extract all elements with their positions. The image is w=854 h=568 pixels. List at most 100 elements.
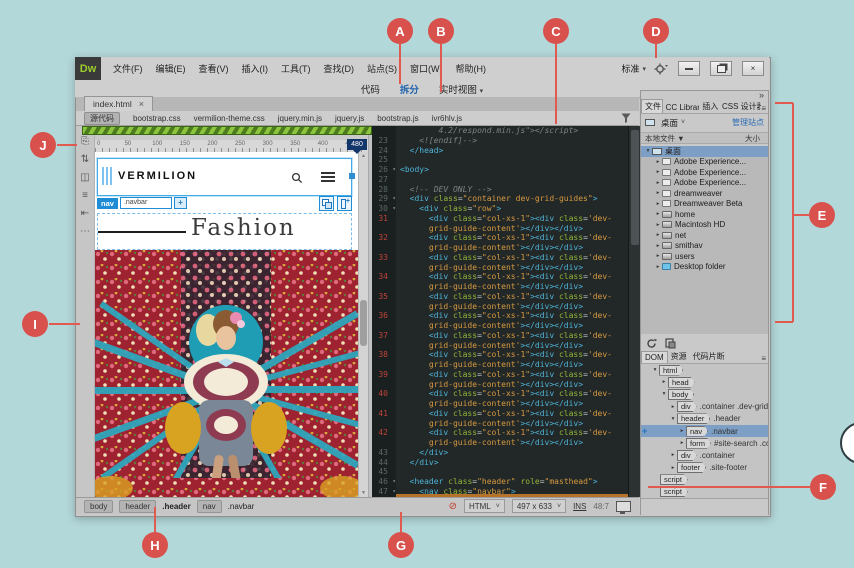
hero-fashion-image[interactable]	[95, 250, 358, 497]
related-file[interactable]: bootstrap.js	[377, 114, 418, 123]
file-tree-row[interactable]: ▸Dreamweaver Beta	[641, 199, 768, 210]
code-line[interactable]: 28 <!-- DEV ONLY -->	[372, 185, 628, 195]
code-line[interactable]: 43 </div>	[372, 448, 628, 458]
dom-tag-pill[interactable]: html	[659, 365, 683, 376]
menu-item[interactable]: 工具(T)	[281, 62, 311, 75]
code-line[interactable]: 4.2/respond.min.js"></script>	[372, 126, 628, 136]
code-line[interactable]: 26▾<body>	[372, 165, 628, 175]
code-line[interactable]: 39 <div class="col-xs-1"><div class='dev…	[372, 370, 628, 380]
insert-node-icon[interactable]: +	[642, 426, 647, 436]
file-management-icon[interactable]: ⇅	[81, 154, 89, 166]
code-line[interactable]: 42 <div class="col-xs-1"><div class='dev…	[372, 428, 628, 438]
code-line[interactable]: grid-guide-content'></div></div>	[372, 341, 628, 351]
site-name[interactable]: 桌面	[661, 117, 678, 129]
code-line[interactable]: grid-guide-content'></div></div>	[372, 380, 628, 390]
chevron-right-icon[interactable]: ▸	[669, 404, 677, 410]
device-preview-icon[interactable]	[616, 501, 631, 512]
related-file[interactable]: vermilion-theme.css	[194, 114, 265, 123]
code-line[interactable]: 31 <div class="col-xs-1"><div class='dev…	[372, 214, 628, 224]
file-tree-row[interactable]: ▸Adobe Experience...	[641, 178, 768, 189]
tab-split-view[interactable]: 拆分	[400, 82, 419, 96]
dom-tag-pill[interactable]: footer	[677, 462, 706, 473]
panel-tab-CSS 设计器[interactable]: CSS 设计器	[719, 100, 761, 113]
element-display-tag[interactable]: nav	[97, 198, 118, 209]
code-snippet-icon[interactable]	[665, 338, 676, 349]
menu-item[interactable]: 窗口(W)	[410, 62, 443, 75]
duplicate-element-icon[interactable]	[319, 196, 334, 211]
menu-item[interactable]: 编辑(E)	[156, 62, 186, 75]
sync-settings-gear-icon[interactable]	[654, 63, 668, 75]
insert-element-icon[interactable]	[337, 196, 352, 211]
menu-item[interactable]: 站点(S)	[367, 62, 397, 75]
dom-panel-tab[interactable]: DOM	[641, 351, 668, 363]
menu-item[interactable]: 插入(I)	[242, 62, 269, 75]
dom-tag-pill[interactable]: header	[677, 413, 710, 424]
error-icon[interactable]: ⊘	[449, 501, 457, 512]
dom-tag-pill[interactable]: body	[668, 389, 694, 400]
dom-tree-row[interactable]: ▸div.container	[641, 449, 768, 461]
chevron-down-icon[interactable]: ▾	[644, 148, 652, 154]
document-tab-index-html[interactable]: index.html ×	[84, 96, 153, 111]
dom-panel-tab[interactable]: 代码片断	[690, 350, 728, 363]
chevron-right-icon[interactable]: ▸	[678, 440, 686, 446]
window-size-select[interactable]: 497 x 633˅	[512, 499, 566, 513]
code-line[interactable]: grid-guide-content'></div></div>	[372, 438, 628, 448]
tag-selector-item[interactable]: nav	[197, 500, 222, 513]
ruler-width-marker[interactable]: 480	[347, 139, 367, 150]
chevron-right-icon[interactable]: ▸	[654, 222, 662, 228]
dom-tag-pill[interactable]: head	[668, 377, 695, 388]
dom-tag-pill[interactable]: script	[660, 474, 688, 485]
minimize-button[interactable]	[678, 61, 700, 76]
tag-selector-item[interactable]: .header	[162, 502, 190, 511]
panel-menu-icon[interactable]: ≡	[761, 354, 768, 363]
code-view[interactable]: 4.2/respond.min.js"></script>23 <![endif…	[372, 126, 628, 497]
customize-toolbar-icon[interactable]: ⋯	[80, 226, 90, 238]
fashion-section[interactable]: Fashion	[97, 213, 352, 250]
dom-tree-row[interactable]: script	[641, 474, 768, 486]
menu-item[interactable]: 查看(V)	[199, 62, 229, 75]
close-tab-icon[interactable]: ×	[139, 99, 144, 109]
code-line[interactable]: 44 </div>	[372, 458, 628, 468]
code-line[interactable]: 46▾ <header class="header" role="masthea…	[372, 477, 628, 487]
dom-panel-tab[interactable]: 资源	[668, 350, 690, 363]
code-line[interactable]: 30▾ <div class="row">	[372, 204, 628, 214]
chevron-right-icon[interactable]: ▸	[654, 190, 662, 196]
live-view-options-icon[interactable]: ◫	[80, 172, 89, 184]
panel-tab-插入[interactable]: 插入	[699, 100, 719, 113]
file-tree-row[interactable]: ▸users	[641, 251, 768, 262]
chevron-right-icon[interactable]: ▸	[654, 159, 662, 165]
column-local-files[interactable]: 本地文件 ▼	[645, 133, 685, 144]
dom-tag-pill[interactable]: nav	[686, 426, 708, 437]
chevron-right-icon[interactable]: ▸	[669, 452, 677, 458]
dom-tree-row[interactable]: ▾body	[641, 388, 768, 400]
scrollbar-thumb[interactable]	[360, 300, 367, 346]
panel-menu-icon[interactable]: ≡	[761, 104, 768, 113]
related-file[interactable]: bootstrap.css	[133, 114, 181, 123]
code-line[interactable]: 25	[372, 155, 628, 165]
file-tree-row[interactable]: ▸net	[641, 230, 768, 241]
file-tree-row[interactable]: ▸smithav	[641, 241, 768, 252]
column-size[interactable]: 大小	[745, 133, 764, 144]
file-tree-row[interactable]: ▸Adobe Experience...	[641, 157, 768, 168]
code-line[interactable]: grid-guide-content'></div></div>	[372, 360, 628, 370]
related-file[interactable]: ivr6hlv.js	[432, 114, 463, 123]
chevron-right-icon[interactable]: ▸	[654, 211, 662, 217]
code-line[interactable]: grid-guide-content'></div></div>	[372, 321, 628, 331]
related-file[interactable]: jquery.min.js	[278, 114, 322, 123]
code-line[interactable]: 32 <div class="col-xs-1"><div class='dev…	[372, 233, 628, 243]
fold-arrow-icon[interactable]: ▾	[392, 194, 396, 204]
tab-code-view[interactable]: 代码	[361, 82, 380, 96]
workspace-switcher-button[interactable]: 标准 ▾	[621, 62, 646, 75]
code-line[interactable]: 36 <div class="col-xs-1"><div class='dev…	[372, 311, 628, 321]
fold-arrow-icon[interactable]: ▾	[392, 204, 396, 214]
code-line[interactable]: 33 <div class="col-xs-1"><div class='dev…	[372, 253, 628, 263]
dom-tree-row[interactable]: ▾header.header	[641, 413, 768, 425]
doctype-select[interactable]: HTML˅	[464, 499, 505, 513]
design-view[interactable]: VERMILION nav .navbar + Fashion	[95, 152, 358, 497]
code-line[interactable]: 24 </head>	[372, 146, 628, 156]
code-line[interactable]: 45	[372, 467, 628, 477]
selection-handle[interactable]	[349, 173, 355, 179]
chevron-right-icon[interactable]: ▸	[660, 379, 668, 385]
chevron-right-icon[interactable]: ▸	[654, 264, 662, 270]
menu-item[interactable]: 文件(F)	[113, 62, 143, 75]
